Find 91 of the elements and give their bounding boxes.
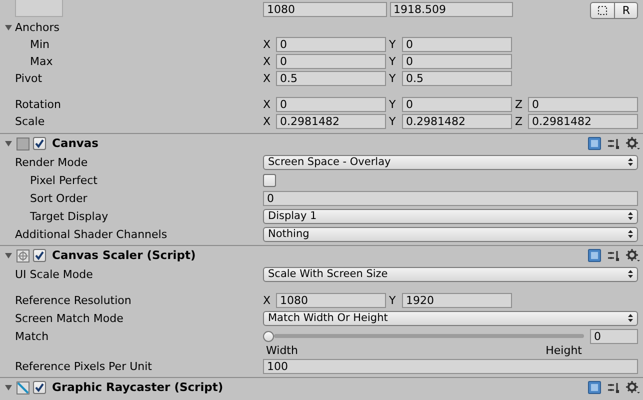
axis-label: X — [263, 56, 272, 67]
axis-label: Y — [389, 295, 397, 306]
checkmark-icon — [35, 139, 44, 148]
number-field[interactable]: 0 — [276, 54, 386, 69]
property-label: Rotation — [14, 99, 62, 110]
slider-min-label: Width — [266, 345, 298, 357]
property-label: Render Mode — [14, 156, 89, 168]
axis-label: Y — [389, 116, 397, 127]
number-field[interactable]: 0.2981482 — [528, 114, 638, 129]
axis-label: X — [263, 99, 272, 110]
gear-icon[interactable] — [626, 249, 640, 262]
checkbox[interactable] — [33, 137, 46, 150]
number-field[interactable]: 0 — [276, 37, 386, 52]
axis-label: Z — [515, 99, 524, 110]
property-label: Max — [29, 56, 54, 67]
dropdown[interactable]: Screen Space - Overlay — [263, 154, 638, 170]
updown-arrows-icon — [628, 212, 633, 220]
number-field[interactable]: 0.5 — [276, 71, 386, 86]
dotted-square-icon — [598, 6, 608, 14]
expanded-triangle-icon[interactable] — [4, 251, 13, 260]
axis-label: X — [263, 73, 272, 84]
number-field[interactable]: 0 — [590, 328, 638, 344]
axis-label: Y — [389, 73, 397, 84]
presets-sliders-icon[interactable] — [607, 382, 620, 394]
diagonal-ray-icon — [16, 380, 30, 394]
component-title: Canvas Scaler (Script) — [52, 250, 196, 262]
number-field[interactable]: 1080 — [276, 293, 386, 308]
axis-label: Z — [515, 116, 524, 127]
help-book-icon[interactable] — [588, 137, 601, 150]
property-label: Pivot — [14, 73, 44, 84]
expanded-triangle-icon[interactable] — [4, 383, 13, 392]
number-field[interactable]: 0.2981482 — [402, 114, 512, 129]
property-label: Target Display — [29, 210, 110, 222]
property-label: Reference Resolution — [14, 295, 132, 306]
property-label: Scale — [14, 116, 46, 127]
gear-icon[interactable] — [626, 137, 640, 150]
property-label: Min — [29, 39, 51, 50]
property-label: UI Scale Mode — [14, 268, 94, 280]
foldout-label[interactable]: Anchors — [15, 22, 60, 32]
crosshair-square-icon — [16, 248, 30, 262]
axis-label: Y — [389, 56, 397, 67]
property-label: Match — [14, 330, 50, 342]
dropdown[interactable]: Nothing — [263, 226, 638, 242]
number-field[interactable]: 100 — [263, 358, 638, 374]
updown-arrows-icon — [628, 230, 633, 238]
number-field[interactable]: 0 — [528, 97, 638, 112]
property-label: Sort Order — [29, 192, 88, 204]
dropdown[interactable]: Scale With Screen Size — [263, 266, 638, 282]
square-icon — [16, 136, 30, 150]
axis-label: X — [263, 295, 272, 306]
checkmark-icon — [35, 383, 44, 392]
help-book-icon[interactable] — [588, 381, 601, 394]
component-title: Canvas — [52, 138, 98, 150]
raw-edit-button[interactable]: R — [615, 2, 638, 18]
checkbox[interactable] — [33, 381, 46, 394]
axis-label: X — [263, 39, 272, 50]
number-field[interactable]: 0.5 — [402, 71, 512, 86]
property-label: Screen Match Mode — [14, 312, 124, 324]
axis-label: Y — [389, 39, 397, 50]
slider-max-label: Height — [546, 345, 582, 357]
number-field[interactable]: 0.2981482 — [276, 114, 386, 129]
axis-label: X — [263, 116, 272, 127]
updown-arrows-icon — [628, 158, 633, 166]
dropdown[interactable]: Display 1 — [263, 208, 638, 224]
presets-sliders-icon[interactable] — [607, 250, 620, 262]
slider-thumb[interactable] — [263, 330, 274, 342]
number-field[interactable]: 1920 — [402, 293, 512, 308]
updown-arrows-icon — [628, 314, 633, 322]
number-field[interactable]: 0 — [402, 54, 512, 69]
updown-arrows-icon — [628, 270, 633, 278]
property-label: Additional Shader Channels — [14, 228, 168, 240]
number-field[interactable]: 1918.509 — [390, 2, 513, 16]
number-field[interactable]: 0 — [402, 97, 512, 112]
presets-sliders-icon[interactable] — [607, 138, 620, 150]
number-field[interactable]: 1080 — [263, 2, 386, 16]
axis-label: Y — [389, 99, 397, 110]
checkbox[interactable] — [33, 249, 46, 262]
blueprint-mode-button[interactable] — [590, 2, 616, 18]
expanded-triangle-icon[interactable] — [4, 22, 13, 32]
number-field[interactable]: 0 — [263, 190, 638, 206]
checkbox[interactable] — [263, 174, 276, 186]
help-book-icon[interactable] — [588, 249, 601, 262]
gear-icon[interactable] — [626, 381, 640, 394]
expanded-triangle-icon[interactable] — [4, 139, 13, 148]
component-title: Graphic Raycaster (Script) — [52, 382, 224, 394]
checkmark-icon — [35, 251, 44, 260]
dropdown[interactable]: Match Width Or Height — [263, 310, 638, 326]
number-field[interactable]: 0 — [402, 37, 512, 52]
number-field[interactable]: 0 — [276, 97, 386, 112]
property-label: Pixel Perfect — [29, 174, 98, 186]
property-label: Reference Pixels Per Unit — [14, 360, 153, 372]
